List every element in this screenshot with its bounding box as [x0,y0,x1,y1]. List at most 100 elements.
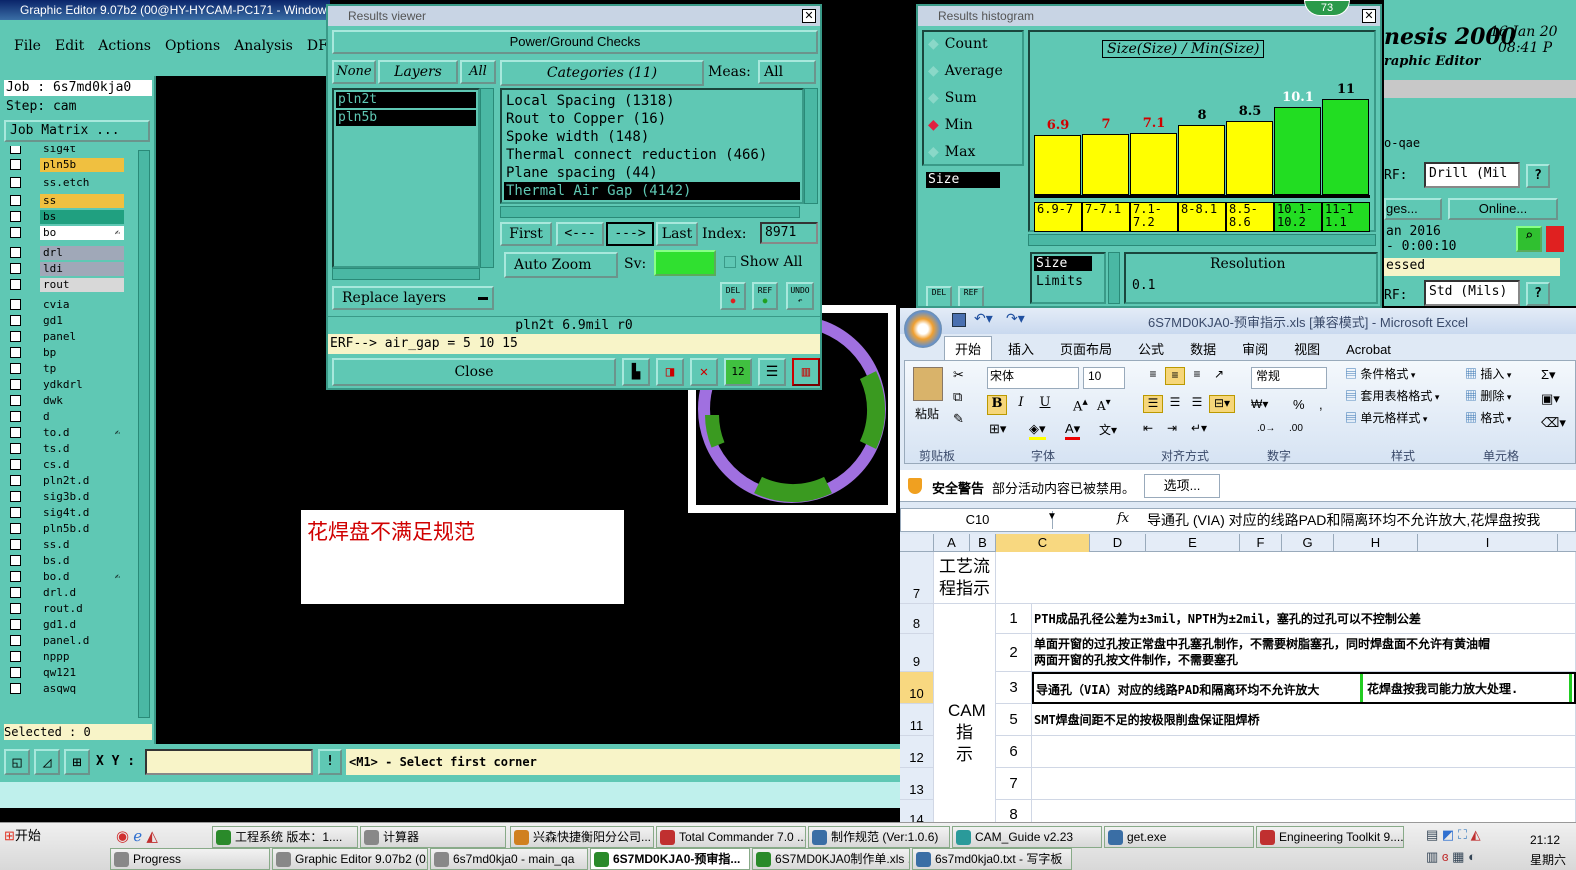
size-label[interactable]: Size [1034,256,1092,271]
layer-name[interactable]: panel.d [40,634,124,648]
instruction-cell[interactable]: PTH成品孔径公差为±3mil，NPTH为±2mil，塞孔的过孔可以不控制公差 [1032,604,1576,634]
instruction-cell[interactable] [1032,768,1576,800]
layer-name[interactable]: gd1 [40,314,124,328]
next-button[interactable]: ---> [606,222,654,246]
layer-name[interactable]: to.d [40,426,124,440]
none-button[interactable]: None [332,60,376,84]
item-number-cell[interactable]: 3 [996,672,1032,704]
instruction-cell[interactable] [1032,736,1576,768]
ie-icon[interactable]: ℯ [133,828,142,845]
taskbar-item[interactable]: 制作规范 (Ver:1.0.6) [808,826,950,848]
sv-color-select[interactable] [654,250,716,276]
row-header[interactable]: 7 [900,552,934,604]
instruction-cell[interactable]: 单面开窗的过孔按正常盘中孔塞孔制作，不需要树脂塞孔，同时焊盘面不允许有黄油帽 两面… [1032,634,1576,672]
decimal-decrease-icon[interactable]: .00 [1289,423,1303,434]
align-left-icon[interactable]: ☰ [1143,395,1163,413]
tray-icon-2[interactable]: ◩ [1442,827,1454,842]
layer-checkbox[interactable] [10,507,21,518]
column-header[interactable]: F [1240,534,1282,552]
number-icon[interactable]: 12 [724,358,752,386]
layer-name[interactable]: bs.d [40,554,124,568]
taskbar-item[interactable]: 6s7md0kja0 - main_qa [430,848,588,870]
row-header[interactable]: 10 [900,672,934,704]
layer-row[interactable]: bo.d ✍ [6,570,124,584]
layer-row[interactable]: drl.d [6,586,124,600]
layer-row[interactable]: ss [6,194,124,208]
align-right-icon[interactable]: ☰ [1187,395,1207,413]
layer-checkbox[interactable] [10,395,21,406]
layer-name[interactable]: qw121 [40,666,124,680]
instruction-cell[interactable]: SMT焊盘间距不足的按极限削盘保证阻焊桥 [1032,704,1576,736]
online-button[interactable]: Online... [1448,198,1558,220]
all-layers-button[interactable]: All [460,60,496,84]
layer-name[interactable]: ss [40,194,124,208]
column-header[interactable]: I [1418,534,1558,552]
layer-checkbox[interactable] [10,539,21,550]
layer-row[interactable]: asqwq [6,682,124,696]
show-all-checkbox[interactable] [724,256,736,268]
sum-icon[interactable]: Σ▾ [1541,367,1556,383]
decimal-increase-icon[interactable]: .0→ [1257,423,1275,434]
layer-name[interactable]: dwk [40,394,124,408]
highlighted-instruction[interactable]: 花焊盘按我司能力放大处理. [1360,674,1572,702]
fx-icon[interactable]: fx [1117,511,1129,526]
taskbar-item[interactable]: 6s7md0kja0.txt - 写字板 [912,848,1072,870]
layer-checkbox[interactable] [10,667,21,678]
layer-row[interactable]: dwk [6,394,124,408]
layer-checkbox[interactable] [10,459,21,470]
layer-checkbox[interactable] [10,635,21,646]
column-header[interactable]: D [1090,534,1146,552]
drill-field[interactable]: Drill (Mil [1424,162,1520,188]
underline-icon[interactable]: U [1035,395,1055,415]
font-size-select[interactable]: 10 [1083,367,1125,389]
histogram-option-count[interactable]: ◆ Count [928,36,1003,63]
taskbar-item[interactable]: Engineering Toolkit 9.... [1256,826,1404,848]
layer-checkbox[interactable] [10,443,21,454]
tray-icon-4[interactable]: ◭ [1471,827,1481,842]
layer-checkbox[interactable] [10,651,21,662]
layer-checkbox[interactable] [10,177,21,188]
menu-file[interactable]: File [14,38,41,54]
xy-input[interactable] [145,749,313,775]
app-icon[interactable]: ◭ [146,828,158,845]
column-header[interactable]: A [934,534,970,552]
taskbar-item[interactable]: 兴森快捷衡阳分公司... [510,826,654,848]
histogram-option-max[interactable]: ◆ Max [928,144,1003,171]
histogram-option-average[interactable]: ◆ Average [928,63,1003,90]
layer-row[interactable]: rout.d [6,602,124,616]
taskbar-item[interactable]: 计算器 [360,826,506,848]
item-number-cell[interactable]: 8 [996,800,1032,822]
align-bottom-icon[interactable]: ≡ [1187,367,1207,385]
layer-row[interactable]: qw121 [6,666,124,680]
paste-icon[interactable] [913,367,943,401]
first-button[interactable]: First [500,222,552,246]
layer-checkbox[interactable] [10,475,21,486]
std-field[interactable]: Std (Mils) [1424,280,1520,306]
align-middle-icon[interactable]: ≡ [1165,367,1185,385]
menu-edit[interactable]: Edit [55,38,84,54]
category-hscroll[interactable] [500,206,800,218]
layer-row[interactable]: cvia [6,298,124,312]
layer-row[interactable]: sig4t.d [6,506,124,520]
histogram-del-button[interactable]: DEL [926,286,952,306]
layer-row[interactable]: pln5b [6,158,124,172]
layer-row[interactable]: ts.d [6,442,124,456]
layer-name[interactable]: ldi [40,262,124,276]
shrink-font-icon[interactable]: A▾ [1097,397,1111,413]
taskbar-item[interactable]: Progress [110,848,270,870]
category-item[interactable]: Rout to Copper (16) [504,110,800,128]
layer-name[interactable]: bp [40,346,124,360]
help-button-1[interactable]: ? [1526,164,1550,188]
close-icon[interactable]: ✕ [802,9,816,23]
layer-list-scrollbar[interactable] [480,88,494,268]
layer-row[interactable]: ldi [6,262,124,276]
layer-name[interactable]: rout [40,278,124,292]
layer-checkbox[interactable] [10,279,21,290]
tray-icon-3[interactable]: ⛶ [1458,827,1467,842]
layer-name[interactable]: sig4t.d [40,506,124,520]
cut-icon[interactable]: ✂ [953,367,964,383]
ribbon-tab[interactable]: 审阅 [1232,337,1278,360]
ribbon-tab[interactable]: 页面布局 [1050,337,1122,360]
layer-row[interactable]: bo ✍ [6,226,124,240]
row-header[interactable]: 12 [900,736,934,768]
